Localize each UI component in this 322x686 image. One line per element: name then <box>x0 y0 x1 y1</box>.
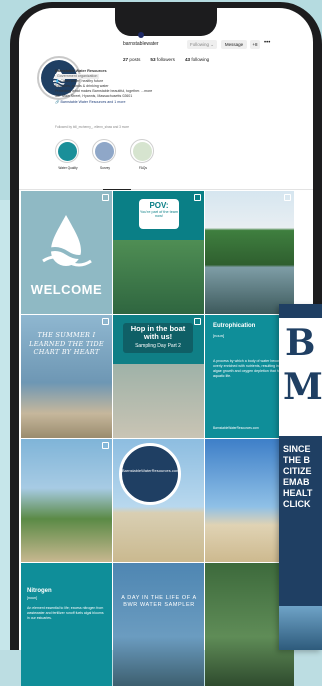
post-day-in-the-life[interactable]: A DAY IN THE LIFE OF A BWR WATER SAMPLER <box>113 563 204 686</box>
more-options-icon[interactable]: ••• <box>264 40 270 46</box>
post-beach-roses[interactable] <box>21 439 112 562</box>
suggested-accounts-button[interactable]: +8 <box>250 40 260 49</box>
carousel-icon <box>102 442 109 449</box>
quote-text: THE SUMMER I LEARNED THE TIDE CHART BY H… <box>29 331 104 356</box>
post-sampling-day[interactable]: Hop in the boat with us! Sampling Day Pa… <box>113 315 204 438</box>
camera-icon <box>138 32 144 38</box>
website-text: BarnstableWaterResources.com <box>213 426 259 430</box>
seal-text: BarnstableWaterResources.com <box>122 468 180 473</box>
highlight-faqs[interactable]: FAQs <box>130 139 156 170</box>
carousel-icon <box>102 194 109 201</box>
flyer-body-text: SINCE THE B CITIZE EMAB HEALT CLICK <box>283 444 313 509</box>
profile-username: barnstablewater <box>123 41 159 47</box>
stat-followers[interactable]: 53 followers <box>150 57 175 62</box>
stat-posts[interactable]: 27 posts <box>123 57 140 62</box>
stat-following[interactable]: 43 following <box>185 57 209 62</box>
highlight-survey[interactable]: Survey <box>92 139 118 170</box>
flyer-letter: M <box>283 366 322 408</box>
term-definition: An element essential to life; excess nit… <box>27 606 104 620</box>
bio-link[interactable]: 🔗 Barnstable Water Resources and 1 more <box>55 100 275 105</box>
term-part-of-speech: [noun] <box>213 333 225 338</box>
welcome-text: WELCOME <box>30 282 103 297</box>
pov-subtext: You're part of the team now! <box>139 210 179 218</box>
reel-icon <box>194 194 201 201</box>
term-title: Eutrophication <box>213 323 256 329</box>
profile-stats: 27 posts 53 followers 43 following <box>123 57 209 62</box>
active-tab-indicator <box>103 189 131 190</box>
message-button[interactable]: Message <box>221 40 247 49</box>
sampling-subtitle: Sampling Day Part 2 <box>135 343 181 349</box>
post-welcome[interactable]: WELCOME <box>21 191 112 314</box>
phone-notch <box>115 8 217 36</box>
post-pond-photo[interactable] <box>205 191 294 314</box>
sampling-headline: Hop in the boat with us! <box>130 324 186 341</box>
term-part-of-speech: [noun] <box>27 596 37 600</box>
carousel-icon <box>102 318 109 325</box>
day-in-life-text: A DAY IN THE LIFE OF A BWR WATER SAMPLER <box>121 595 197 608</box>
highlight-water-quality[interactable]: Water Quality <box>55 139 81 170</box>
following-button[interactable]: Following ⌄ <box>187 40 217 49</box>
pov-card: POV: You're part of the team now! <box>139 199 179 229</box>
followed-by-text[interactable]: Followed by bill_mchenry_, ellenn_shaw a… <box>55 125 129 129</box>
organization-seal: BarnstableWaterResources.com <box>119 443 181 505</box>
flyer-letter: B <box>285 322 316 364</box>
post-pov[interactable]: POV: You're part of the team now! <box>113 191 204 314</box>
post-beach-seal[interactable]: BarnstableWaterResources.com <box>113 439 204 562</box>
post-tide-chart-quote[interactable]: THE SUMMER I LEARNED THE TIDE CHART BY H… <box>21 315 112 438</box>
sampling-headline-box: Hop in the boat with us! Sampling Day Pa… <box>123 323 193 353</box>
term-title: Nitrogen <box>27 588 52 594</box>
profile-bio: Barnstable Water Resources Government or… <box>55 69 275 105</box>
flyer-header-band <box>279 304 322 318</box>
pov-headline: POV: <box>149 201 169 210</box>
reel-icon <box>194 318 201 325</box>
term-definition: A process by which a body of water becom… <box>213 359 287 378</box>
carousel-icon <box>284 194 291 201</box>
water-drop-icon <box>41 215 92 267</box>
flyer-sea-photo <box>279 606 322 650</box>
post-nitrogen[interactable]: Nitrogen [noun] An element essential to … <box>21 563 112 686</box>
flyer-overlay: B M SINCE THE B CITIZE EMAB HEALT CLICK <box>279 304 322 650</box>
